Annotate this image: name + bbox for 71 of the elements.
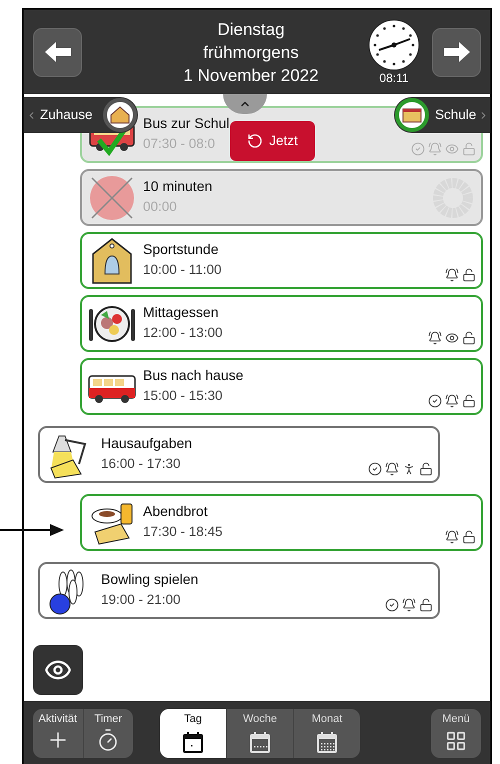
activity-title: Bowling spielen (101, 571, 198, 588)
view-tab[interactable]: Woche (226, 709, 293, 758)
bell-icon (428, 331, 442, 345)
view-tab[interactable]: Tag (160, 709, 226, 758)
activity-title: Hausaufgaben (101, 435, 192, 452)
calendar-icon (248, 730, 272, 754)
timer-card[interactable]: 10 minuten 00:00 (80, 169, 483, 226)
activity-time: 19:00 - 21:00 (101, 591, 182, 608)
day-period: frühmorgens (203, 42, 299, 64)
bell-icon (385, 462, 399, 476)
activity-time: 16:00 - 17:30 (101, 455, 182, 472)
activity-time: 17:30 - 18:45 (143, 523, 223, 540)
lock-icon (419, 598, 433, 612)
bell-icon (445, 530, 459, 544)
bell-icon (428, 142, 442, 156)
right-arrow-icon (444, 42, 470, 62)
activity-time: 10:00 - 11:00 (143, 261, 222, 278)
activity-title: Sportstunde (143, 241, 220, 258)
clock-time: 08:11 (379, 71, 409, 85)
lock-icon (462, 331, 476, 345)
now-button[interactable]: Jetzt (230, 121, 315, 161)
check-icon (385, 598, 399, 612)
visibility-button[interactable] (33, 645, 83, 695)
activity-card[interactable]: Sportstunde 10:00 - 11:00 (80, 232, 483, 289)
activity-title: Bus nach hause (143, 367, 244, 384)
start-place-pill[interactable]: Zuhause (24, 97, 138, 133)
eye-icon (445, 142, 459, 156)
school-icon (395, 98, 429, 132)
person-icon (402, 462, 416, 476)
date-label: 1 November 2022 (183, 64, 319, 86)
lock-icon (419, 462, 433, 476)
activity-time: 00:00 (143, 198, 178, 215)
calendar-icon (181, 730, 205, 754)
destination-place-pill[interactable]: Schule (394, 97, 490, 133)
new-timer-button[interactable]: Timer (82, 709, 133, 758)
bell-icon (402, 598, 416, 612)
activity-card[interactable]: Mittagessen 12:00 - 13:00 (80, 295, 483, 352)
left-arrow-icon (44, 42, 70, 62)
bell-icon (445, 394, 459, 408)
lock-icon (462, 268, 476, 282)
eye-icon (445, 331, 459, 345)
check-icon (368, 462, 382, 476)
house-icon (103, 98, 137, 132)
activity-card[interactable]: Hausaufgaben 16:00 - 17:30 (38, 426, 440, 483)
menu-button[interactable]: Menü (431, 709, 481, 758)
activity-time: 15:00 - 15:30 (143, 387, 224, 404)
check-icon (411, 142, 425, 156)
bell-icon (445, 268, 459, 282)
day-name: Dienstag (217, 18, 285, 40)
activity-title: Bus zur Schul (143, 115, 230, 132)
new-activity-button[interactable]: Aktivität (33, 709, 82, 758)
check-icon (428, 394, 442, 408)
activity-title: Abendbrot (143, 503, 209, 520)
next-day-button[interactable] (432, 28, 481, 76)
activity-card[interactable]: Bowling spielen 19:00 - 21:00 (38, 562, 440, 619)
grid-icon (445, 730, 467, 752)
activity-time: 12:00 - 13:00 (143, 324, 223, 341)
lock-icon (462, 530, 476, 544)
activity-time: 07:30 - 08:0 (143, 135, 216, 152)
activity-title: Mittagessen (143, 304, 220, 321)
lock-icon (462, 394, 476, 408)
activity-title: 10 minuten (143, 178, 212, 195)
activity-card[interactable]: Abendbrot 17:30 - 18:45 (80, 494, 483, 551)
destination-place-label: Schule (435, 106, 476, 124)
calendar-icon (315, 730, 339, 754)
lock-icon (462, 142, 476, 156)
reset-icon (247, 133, 264, 149)
view-tab[interactable]: Monat (293, 709, 360, 758)
previous-day-button[interactable] (33, 28, 82, 76)
clock-icon (368, 19, 420, 71)
activity-card[interactable]: Bus nach hause 15:00 - 15:30 (80, 358, 483, 415)
